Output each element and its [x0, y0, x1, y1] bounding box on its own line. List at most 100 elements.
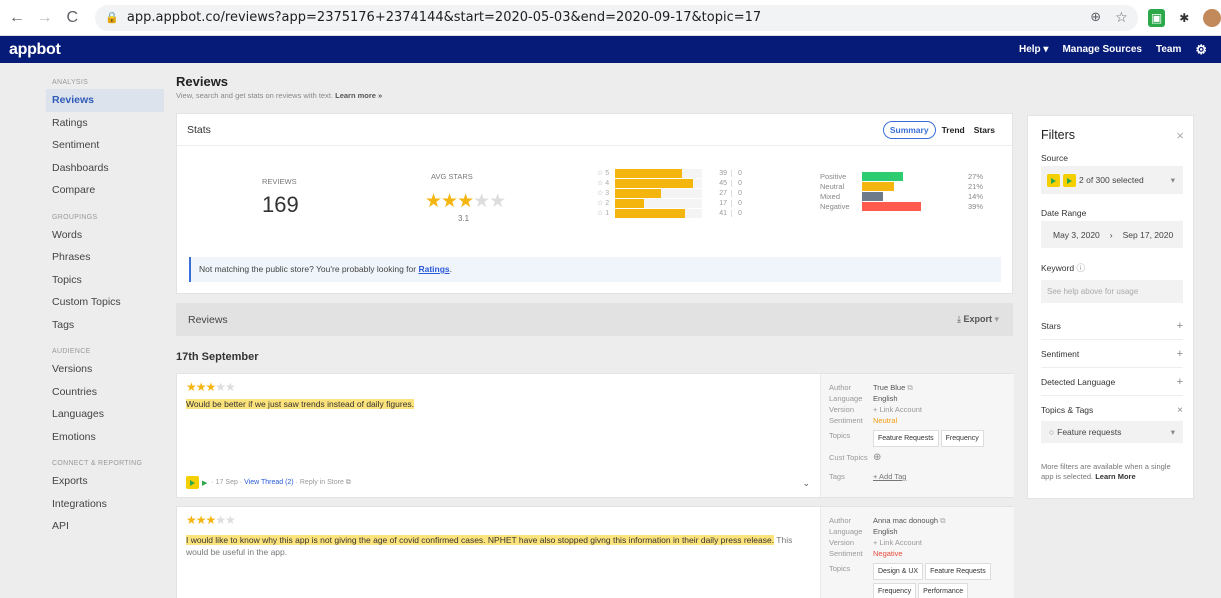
dist-row[interactable]: ☆ 3 27 0	[597, 188, 742, 198]
review-author[interactable]: True Blue ⧉	[873, 382, 913, 393]
learn-more-link[interactable]: Learn more »	[335, 91, 382, 100]
review-stars-empty: ★★	[215, 380, 235, 394]
sentiment-row-positive[interactable]: Positive 27%	[820, 171, 988, 181]
source-select[interactable]: 2 of 300 selected ▾	[1041, 166, 1183, 194]
sentiment-row-neutral[interactable]: Neutral 21%	[820, 181, 988, 191]
filters-title: Filters	[1041, 128, 1076, 142]
dist-row[interactable]: ☆ 5 39 0	[597, 168, 742, 178]
appbot-logo[interactable]: appbot	[9, 41, 61, 59]
help-menu[interactable]: Help ▾	[1019, 44, 1048, 55]
plus-icon: +	[1176, 375, 1183, 388]
topic-tag[interactable]: Performance	[918, 583, 969, 598]
sidebar-item-phrases[interactable]: Phrases	[0, 246, 164, 269]
play-store-icon: ▶	[202, 479, 208, 487]
back-icon[interactable]: ←	[6, 9, 28, 27]
add-custom-topic-icon[interactable]: ⊕	[873, 452, 881, 463]
sidebar-item-topics[interactable]: Topics	[0, 269, 164, 292]
sidebar-item-api[interactable]: API	[0, 515, 164, 538]
help-label: Help	[1018, 44, 1041, 55]
sidebar-item-words[interactable]: Words	[0, 224, 164, 247]
expand-chevron-icon[interactable]: ⌄	[802, 478, 810, 489]
dist-row[interactable]: ☆ 1 41 0	[597, 208, 742, 218]
sidebar-item-emotions[interactable]: Emotions	[0, 426, 164, 449]
sidebar-item-exports[interactable]: Exports	[0, 470, 164, 493]
review-stars-filled: ★★★	[186, 513, 216, 527]
dist-row[interactable]: ☆ 2 17 0	[597, 198, 742, 208]
sidebar-item-versions[interactable]: Versions	[0, 358, 164, 381]
meta-key: Author	[829, 516, 852, 525]
sidebar-item-sentiment[interactable]: Sentiment	[0, 134, 164, 157]
add-tag-link[interactable]: + Add Tag	[873, 471, 906, 482]
extension-icon[interactable]: ▣	[1147, 8, 1166, 27]
close-icon: ×	[1177, 404, 1183, 416]
dist-row[interactable]: ☆ 4 45 0	[597, 178, 742, 188]
sidebar-item-languages[interactable]: Languages	[0, 403, 164, 426]
topic-tag[interactable]: Frequency	[873, 583, 917, 598]
review-author[interactable]: Anna mac donough ⧉	[873, 515, 946, 526]
sentiment-row-negative[interactable]: Negative 39%	[820, 201, 988, 211]
link-account-button[interactable]: + Link Account	[873, 537, 922, 548]
date-to[interactable]: Sep 17, 2020	[1123, 230, 1174, 240]
export-button[interactable]: ⤓ Export ▾	[957, 314, 999, 325]
stats-title: Stats	[187, 123, 211, 136]
sidebar-item-countries[interactable]: Countries	[0, 381, 164, 404]
star-distribution: ☆ 5 39 0 ☆ 4 45 0 ☆ 3 27 0 ☆ 2 17 0 ☆ 1 41 0	[597, 168, 742, 218]
review-meta: Author Anna mac donough ⧉ Language English…	[820, 507, 1014, 598]
tab-trend[interactable]: Trend	[942, 125, 965, 135]
link-account-button[interactable]: + Link Account	[873, 404, 922, 415]
filter-sentiment[interactable]: Sentiment +	[1041, 340, 1183, 368]
help-icon[interactable]: ⓘ	[1076, 263, 1085, 273]
sidebar-item-custom-topics[interactable]: Custom Topics	[0, 291, 164, 314]
learn-more-link[interactable]: Learn More	[1095, 472, 1135, 481]
topic-tag[interactable]: Feature Requests	[925, 563, 991, 580]
filter-stars[interactable]: Stars +	[1041, 312, 1183, 340]
manage-sources-link[interactable]: Manage Sources	[1062, 44, 1141, 55]
tab-summary[interactable]: Summary	[882, 120, 936, 139]
tab-stars[interactable]: Stars	[974, 125, 995, 135]
review-topics: Design & UX Feature Requests Frequency Perf…	[873, 563, 1013, 598]
sidebar-item-ratings[interactable]: Ratings	[0, 112, 164, 135]
review-language: English	[873, 394, 898, 403]
meta-key: Tags	[829, 472, 845, 481]
view-thread-link[interactable]: View Thread (2)	[244, 479, 294, 486]
source-value: 2 of 300 selected	[1079, 175, 1144, 185]
review-sentiment: Neutral	[873, 416, 898, 425]
topic-tag[interactable]: Frequency	[940, 430, 984, 447]
avatar[interactable]	[1203, 8, 1221, 27]
notice-text: Not matching the public store? You're pr…	[199, 264, 417, 274]
sentiment-row-mixed[interactable]: Mixed 14%	[820, 191, 988, 201]
bookmark-star-icon[interactable]: ☆	[1115, 10, 1128, 26]
gear-icon[interactable]: ⚙	[1195, 42, 1207, 58]
dist-bar	[615, 198, 702, 208]
topic-tag[interactable]: Feature Requests	[873, 430, 939, 447]
reload-icon[interactable]: C	[61, 9, 83, 27]
ratings-link[interactable]: Ratings	[418, 264, 449, 274]
date-range-picker[interactable]: May 3, 2020 › Sep 17, 2020	[1041, 221, 1183, 248]
sidebar-item-integrations[interactable]: Integrations	[0, 493, 164, 516]
forward-icon[interactable]: →	[34, 9, 56, 27]
review-text: I would like to know why this app is not…	[186, 534, 806, 558]
close-icon[interactable]: ×	[1176, 128, 1184, 143]
filter-topics-tags[interactable]: Topics & Tags ×	[1041, 396, 1183, 424]
topic-tag[interactable]: Design & UX	[873, 563, 924, 580]
team-link[interactable]: Team	[1156, 44, 1181, 55]
url-text[interactable]: app.appbot.co/reviews?app=2375176+237414…	[127, 10, 761, 25]
date-from[interactable]: May 3, 2020	[1053, 230, 1100, 240]
sentiment-label: Negative	[820, 201, 850, 211]
review-text-highlight: Would be better if we just saw trends in…	[186, 399, 415, 409]
filter-detected-language[interactable]: Detected Language +	[1041, 368, 1183, 396]
sentiment-bar-fill	[862, 181, 894, 191]
sidebar-item-dashboards[interactable]: Dashboards	[0, 157, 164, 180]
address-bar[interactable]: 🔒 app.appbot.co/reviews?app=2375176+2374…	[95, 4, 1138, 31]
dist-count: 41	[710, 209, 732, 217]
reply-in-store-link[interactable]: · Reply in Store	[296, 479, 344, 486]
puzzle-icon[interactable]: ✱	[1175, 9, 1193, 27]
sidebar-item-compare[interactable]: Compare	[0, 179, 164, 202]
sidebar-item-tags[interactable]: Tags	[0, 314, 164, 337]
zoom-icon[interactable]: ⊕	[1090, 10, 1101, 25]
topic-select[interactable]: ○ Feature requests ▾	[1041, 421, 1183, 443]
keyword-input[interactable]: See help above for usage	[1041, 280, 1183, 303]
meta-key: Sentiment	[829, 549, 863, 558]
meta-key: Version	[829, 405, 855, 414]
sidebar-item-reviews[interactable]: Reviews	[46, 89, 164, 112]
